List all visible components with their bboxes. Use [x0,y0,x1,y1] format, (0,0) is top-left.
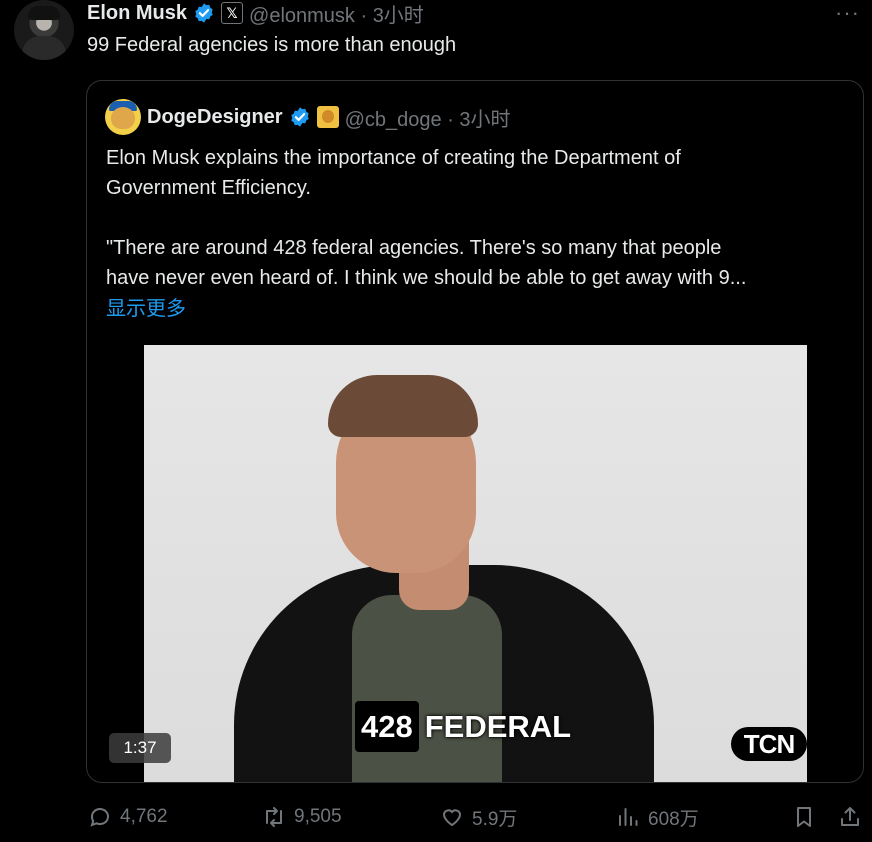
show-more-link[interactable]: 显示更多 [106,292,186,321]
video-caption: 428 FEDERAL [355,701,571,752]
share-button[interactable] [838,800,862,834]
author-avatar[interactable] [14,0,74,60]
quoted-author-handle-time: @cb_doge · 3小时 [344,108,511,131]
quoted-text-line: "There are around 428 federal agencies. … [106,237,722,259]
like-button[interactable]: 5.9万 [440,800,517,834]
author-handle-time: @elonmusk · 3小时 [249,4,424,27]
like-count: 5.9万 [472,808,518,830]
quoted-author-name: DogeDesigner [147,105,283,128]
verified-badge-icon [290,107,309,127]
views-chart-icon [619,808,638,826]
author-name[interactable]: Elon Musk [87,2,187,25]
quoted-text-line: Elon Musk explains the importance of cre… [106,147,681,169]
quoted-tweet[interactable]: DogeDesigner @cb_doge · 3小时 Elon Musk ex… [86,80,864,783]
video-person-shirt [352,595,502,782]
quoted-tweet-text: Elon Musk explains the importance of cre… [106,143,846,293]
repost-count: 9,505 [294,806,342,827]
bookmark-icon [797,807,811,827]
verified-badge-icon [195,3,213,23]
views-button[interactable]: 608万 [616,800,699,834]
bookmark-button[interactable] [792,800,816,834]
tweet-text: 99 Federal agencies is more than enough [87,34,457,56]
x-affiliate-icon[interactable]: 𝕏 [221,2,244,24]
heart-icon [442,809,462,827]
video-person-hair [328,375,478,437]
quoted-author-avatar [105,99,141,135]
quoted-text-line: have never even heard of. I think we sho… [106,267,747,289]
reply-count: 4,762 [120,806,168,827]
caption-number: 428 [355,701,419,752]
reply-icon [90,808,109,827]
tweet-header: Elon Musk 𝕏 @elonmusk · 3小时 [87,0,424,27]
caption-word: FEDERAL [424,708,572,744]
quoted-tweet-header: DogeDesigner @cb_doge · 3小时 [105,99,511,135]
repost-icon [266,807,282,827]
reply-button[interactable]: 4,762 [88,800,168,834]
repost-button[interactable]: 9,505 [262,800,342,834]
tcn-watermark: TCN [731,727,807,761]
video-player[interactable]: 428 FEDERAL TCN [144,345,807,782]
action-bar: 4,762 9,505 5.9万 608万 [0,800,872,834]
video-duration: 1:37 [109,733,171,763]
quoted-text-line: Government Efficiency. [106,177,311,199]
share-icon [841,807,859,826]
more-options-icon[interactable]: ··· [835,0,860,26]
doge-affiliate-icon [316,106,339,128]
views-count: 608万 [648,808,699,830]
